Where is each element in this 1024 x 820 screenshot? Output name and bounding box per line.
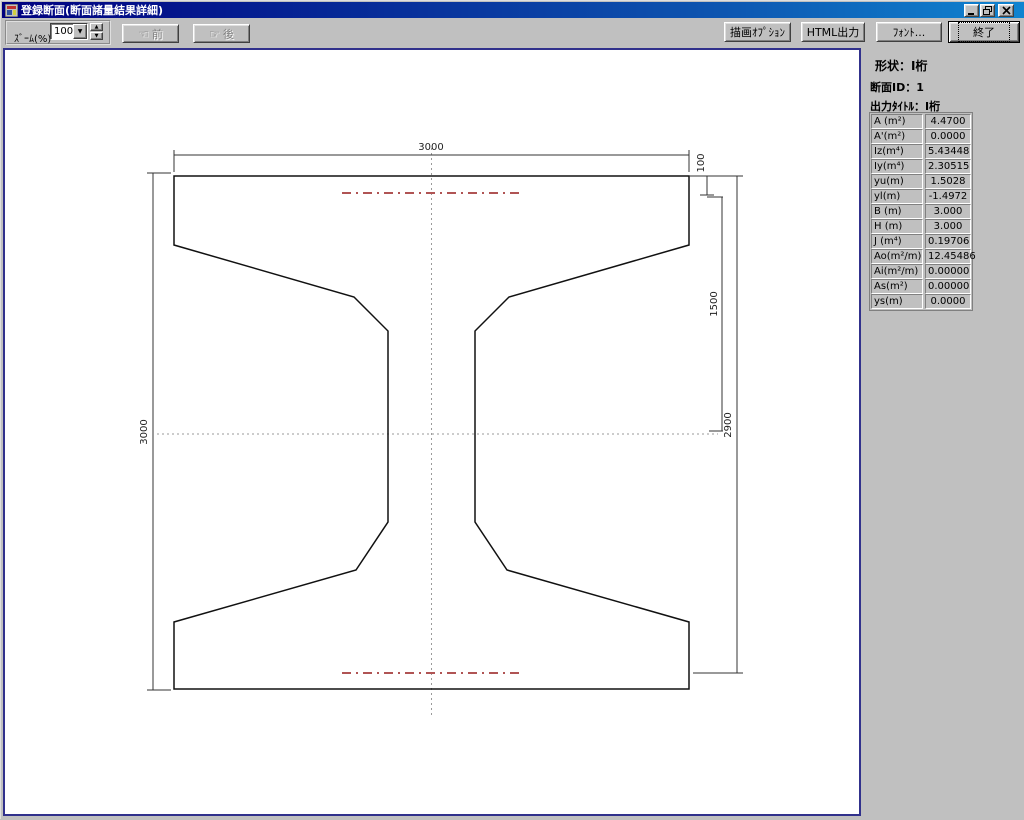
- font-button-label: ﾌｫﾝﾄ...: [893, 24, 926, 40]
- property-label: yl(m): [871, 189, 923, 204]
- property-label: ys(m): [871, 294, 923, 309]
- table-row: A'(m²)0.0000: [871, 129, 971, 144]
- table-row: B (m)3.000: [871, 204, 971, 219]
- property-label: A'(m²): [871, 129, 923, 144]
- exit-button-label: 終了: [958, 22, 1010, 42]
- property-label: Ao(m²/m): [871, 249, 923, 264]
- property-value: 4.4700: [925, 114, 971, 129]
- property-label: Iy(m⁴): [871, 159, 923, 174]
- table-row: yl(m)-1.4972: [871, 189, 971, 204]
- property-value: 0.19706: [925, 234, 971, 249]
- draw-options-button-label: 描画ｵﾌﾟｼｮﾝ: [730, 24, 785, 40]
- zoom-label: ｽﾞｰﾑ(%): [14, 30, 51, 45]
- section-id-heading: 断面ID：1: [870, 79, 924, 95]
- property-value: 2.30515: [925, 159, 971, 174]
- property-label: A (m²): [871, 114, 923, 129]
- arrow-down-icon: ▼: [95, 33, 99, 39]
- restore-icon: [983, 6, 992, 15]
- app-window: 登録断面(断面諸量結果詳細) ｽﾞｰﾑ(%) 100 ▼ ▲: [0, 0, 1024, 819]
- table-row: Iy(m⁴)2.30515: [871, 159, 971, 174]
- close-icon: [1002, 6, 1011, 15]
- property-label: J (m⁴): [871, 234, 923, 249]
- title-bar[interactable]: 登録断面(断面諸量結果詳細): [2, 2, 1024, 18]
- arrow-up-icon: ▲: [95, 24, 99, 30]
- previous-button-label: 前: [152, 26, 163, 42]
- shape-heading: 形状：I桁: [875, 57, 927, 74]
- hand-left-icon: ☜: [138, 27, 149, 41]
- table-row: H (m)3.000: [871, 219, 971, 234]
- property-value: -1.4972: [925, 189, 971, 204]
- zoom-dropdown-button[interactable]: ▼: [73, 24, 87, 39]
- section-properties-table: A (m²)4.4700A'(m²)0.0000Iz(m⁴)5.43448Iy(…: [869, 112, 973, 311]
- property-value: 3.000: [925, 219, 971, 234]
- table-row: Ao(m²/m)12.45486: [871, 249, 971, 264]
- table-row: A (m²)4.4700: [871, 114, 971, 129]
- minimize-button[interactable]: [964, 4, 979, 17]
- app-icon: [5, 4, 18, 17]
- toolbar: ｽﾞｰﾑ(%) 100 ▼ ▲ ▼ ☜ 前 ☞ 後 描画ｵﾌﾟｼｮﾝ HTML出…: [2, 18, 1024, 48]
- section-info-panel: 形状：I桁 断面ID：1 出力ﾀｲﾄﾙ：I桁 A (m²)4.4700A'(m²…: [861, 48, 1024, 820]
- drawing-canvas: [3, 48, 861, 816]
- table-row: J (m⁴)0.19706: [871, 234, 971, 249]
- property-value: 3.000: [925, 204, 971, 219]
- property-label: As(m²): [871, 279, 923, 294]
- property-value: 0.0000: [925, 294, 971, 309]
- restore-button[interactable]: [980, 4, 995, 17]
- table-row: ys(m)0.0000: [871, 294, 971, 309]
- previous-button[interactable]: ☜ 前: [122, 24, 179, 43]
- font-button[interactable]: ﾌｫﾝﾄ...: [876, 22, 942, 42]
- property-value: 0.00000: [925, 279, 971, 294]
- minimize-icon: [967, 6, 976, 15]
- property-value: 0.00000: [925, 264, 971, 279]
- next-button-label: 後: [223, 26, 234, 42]
- property-label: B (m): [871, 204, 923, 219]
- property-label: Ai(m²/m): [871, 264, 923, 279]
- html-output-button[interactable]: HTML出力: [801, 22, 865, 42]
- zoom-value: 100: [54, 26, 73, 37]
- property-value: 5.43448: [925, 144, 971, 159]
- zoom-combobox[interactable]: 100 ▼: [50, 23, 88, 40]
- window-title: 登録断面(断面諸量結果詳細): [21, 2, 163, 18]
- zoom-spinner: ▲ ▼: [90, 23, 103, 40]
- chevron-down-icon: ▼: [78, 28, 83, 35]
- html-output-button-label: HTML出力: [807, 24, 860, 40]
- table-row: As(m²)0.00000: [871, 279, 971, 294]
- property-label: H (m): [871, 219, 923, 234]
- property-label: Iz(m⁴): [871, 144, 923, 159]
- exit-button[interactable]: 終了: [948, 21, 1020, 43]
- property-value: 0.0000: [925, 129, 971, 144]
- property-value: 12.45486: [925, 249, 971, 264]
- property-value: 1.5028: [925, 174, 971, 189]
- draw-options-button[interactable]: 描画ｵﾌﾟｼｮﾝ: [724, 22, 791, 42]
- spinner-down-button[interactable]: ▼: [90, 32, 103, 40]
- hand-right-icon: ☞: [209, 27, 220, 41]
- spinner-up-button[interactable]: ▲: [90, 23, 103, 31]
- table-row: Iz(m⁴)5.43448: [871, 144, 971, 159]
- table-row: yu(m)1.5028: [871, 174, 971, 189]
- next-button[interactable]: ☞ 後: [193, 24, 250, 43]
- property-label: yu(m): [871, 174, 923, 189]
- table-row: Ai(m²/m)0.00000: [871, 264, 971, 279]
- close-button[interactable]: [998, 4, 1014, 17]
